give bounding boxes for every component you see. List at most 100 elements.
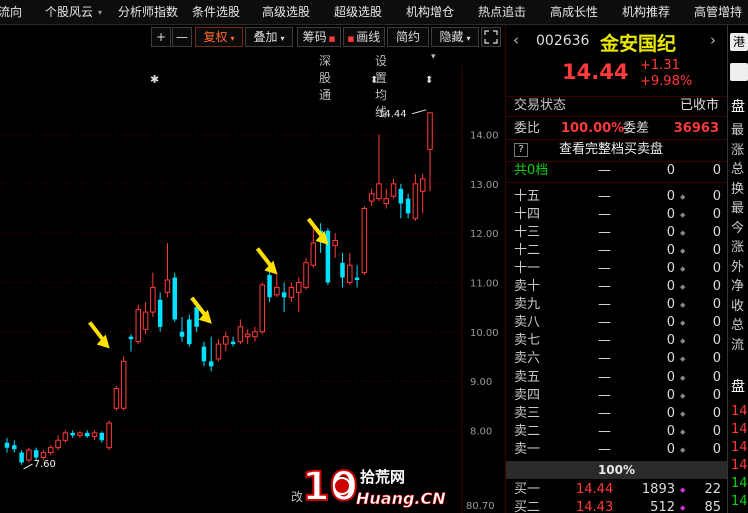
level-count: 0 — [712, 441, 721, 457]
edge-label: 涨 — [731, 142, 745, 158]
level-count: 0 — [712, 243, 721, 259]
level-volume: 0 — [666, 333, 675, 349]
candle-body — [113, 387, 120, 409]
level-label: 十二 — [514, 243, 541, 259]
divider — [506, 182, 727, 183]
menu-item[interactable]: 高级选股 — [262, 0, 310, 24]
candle-body — [179, 331, 185, 337]
status-row: 交易状态 已收市 — [506, 97, 727, 115]
forward-icon[interactable]: › — [710, 31, 716, 49]
zero-value: 0 — [712, 163, 721, 178]
back-icon[interactable]: ‹ — [513, 31, 519, 49]
chouma-button[interactable]: 筹码 ■ — [297, 27, 341, 47]
level-volume: 0 — [666, 315, 675, 331]
candle-body — [215, 343, 222, 360]
tag-box[interactable] — [730, 63, 748, 81]
huaxian-button[interactable]: ■ 画线 — [343, 27, 385, 47]
level-price: 14.44 — [576, 482, 614, 497]
candle-body — [19, 452, 24, 463]
chart-bottom-label: 改 — [291, 490, 304, 504]
level-volume: 0 — [666, 369, 675, 385]
settings-ma-link[interactable]: 设置均线 — [375, 52, 387, 120]
total-levels-row: 共0档 — 0 0 — [506, 162, 727, 180]
chevron-down-icon: ▾ — [280, 34, 285, 43]
candle-body — [128, 336, 134, 340]
menu-item[interactable]: 超级选股 — [334, 0, 382, 24]
help-icon[interactable]: ? — [514, 143, 528, 157]
kline-chart-area[interactable]: 14.00 13.00 12.00 11.00 10.00 9.00 8.00 80.70 14… — [0, 25, 505, 513]
candle-body — [142, 311, 149, 330]
level-volume: 0 — [666, 297, 675, 313]
top-menu-bar: 流向 个股风云 ▾ 分析师指数 条件选股 高级选股 超级选股 机构增仓 热点追击 高成长性 机构推荐… — [0, 0, 748, 25]
level-count: 0 — [712, 297, 721, 313]
level-label: 卖一 — [514, 441, 541, 457]
diamond-icon: ◆ — [680, 247, 686, 256]
zero-value: 0 — [666, 163, 675, 178]
candle-body — [398, 188, 404, 204]
menu-item[interactable]: 分析师指数 — [118, 0, 178, 24]
shengutong-link[interactable]: 深股通 — [319, 52, 331, 103]
menu-item[interactable]: 机构增仓 — [406, 0, 454, 24]
level-price: — — [598, 315, 611, 331]
yincang-dropdown[interactable]: 隐藏 ▾ — [431, 27, 479, 47]
menu-item[interactable]: 条件选股 — [192, 0, 240, 24]
level-count: 0 — [712, 333, 721, 349]
menu-item[interactable]: 高成长性 — [550, 0, 598, 24]
edge-value: 14 — [731, 422, 748, 437]
level-label: 卖二 — [514, 423, 541, 439]
diejia-label: 叠加 — [253, 30, 278, 44]
candle-body — [274, 286, 280, 296]
edge-value: 14 — [731, 476, 748, 491]
full-depth-row[interactable]: ? 查看完整档买卖盘 — [506, 141, 727, 159]
candle-body — [412, 183, 419, 219]
huaxian-label: 画线 — [356, 30, 381, 44]
diamond-icon: ◆ — [680, 427, 686, 436]
level-count: 85 — [704, 500, 721, 513]
zoom-out-button[interactable]: — — [172, 27, 192, 47]
candle-body — [267, 275, 272, 298]
candle-body — [390, 183, 397, 197]
candle-body — [340, 262, 345, 278]
chevron-down-icon[interactable]: ▾ — [431, 52, 436, 62]
edge-label: 今 — [731, 220, 745, 236]
menu-item[interactable]: 个股风云 — [45, 0, 93, 24]
sell-level-row: 十四 — 0 ◆ 0 — [506, 206, 727, 224]
y-tick-label: 8.00 — [470, 426, 492, 437]
edge-value: 14 — [731, 440, 748, 455]
diejia-dropdown[interactable]: 叠加 ▾ — [245, 27, 293, 47]
menu-item[interactable]: 高管增持 — [694, 0, 742, 24]
candle-body — [201, 346, 207, 362]
watermark-graphic: 10 拾荒网 Huang.CN — [301, 463, 447, 511]
price-change: +1.31 — [640, 58, 680, 73]
fuquan-dropdown[interactable]: 复权 ▾ — [195, 27, 243, 47]
sell-level-row: 卖三 — 0 ◆ 0 — [506, 405, 727, 423]
jianyue-button[interactable]: 简约 — [387, 27, 429, 47]
menu-item[interactable]: 机构推荐 — [622, 0, 670, 24]
level-price: — — [598, 423, 611, 439]
fuquan-label: 复权 — [203, 30, 228, 44]
diamond-icon: ◆ — [680, 409, 686, 418]
divider — [506, 139, 727, 140]
menu-item[interactable]: 热点追击 — [478, 0, 526, 24]
hk-tag[interactable]: 港 — [730, 33, 748, 51]
candle-body — [150, 286, 156, 313]
level-count: 0 — [712, 369, 721, 385]
edge-label: 外 — [731, 259, 745, 275]
level-count: 0 — [712, 225, 721, 241]
level-price: 14.43 — [576, 500, 614, 513]
level-price: — — [598, 189, 611, 204]
diamond-icon: ◆ — [680, 337, 686, 346]
candle-body — [288, 286, 295, 298]
candle-body — [187, 319, 192, 345]
price-change-pct: +9.98% — [640, 74, 693, 89]
zoom-in-button[interactable]: + — [151, 27, 171, 47]
level-label: 卖六 — [514, 351, 541, 367]
full-depth-link[interactable]: 查看完整档买卖盘 — [559, 141, 663, 159]
weibi-value: 100.00% — [561, 121, 625, 136]
chevron-down-icon[interactable]: ▾ — [98, 0, 102, 24]
fullscreen-icon[interactable] — [481, 27, 501, 47]
edge-header: 盘 — [731, 99, 745, 115]
sell-level-row: 卖六 — 0 ◆ 0 — [506, 350, 727, 368]
diamond-icon: ◆ — [680, 504, 686, 512]
menu-item[interactable]: 流向 — [0, 0, 22, 24]
